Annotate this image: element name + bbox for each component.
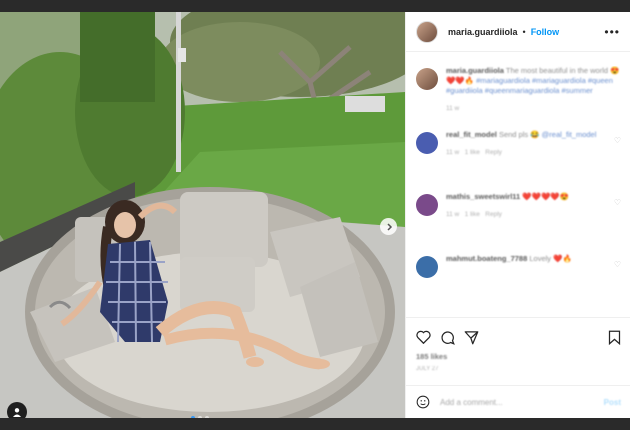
avatar[interactable] <box>416 194 438 216</box>
add-comment-bar: Add a comment... Post <box>406 385 630 418</box>
comment-meta: 11 w 1 like Reply <box>446 211 621 218</box>
list-item: mahmut.boateng_7788 Lovely ❤️🔥 ♡ <box>406 254 630 304</box>
comment-time: 11 w <box>446 149 460 156</box>
emoji-icon[interactable] <box>416 395 430 409</box>
like-heart-icon[interactable] <box>416 330 431 344</box>
post-date: JULY 27 <box>416 366 439 372</box>
comment-body: ❤️❤️❤️❤️😍 <box>522 192 570 201</box>
reply-button[interactable]: Reply <box>485 211 502 218</box>
heart-icon[interactable]: ♡ <box>614 136 621 145</box>
comments-list: maria.guardiiola The most beautiful in t… <box>406 66 630 314</box>
heart-icon[interactable]: ♡ <box>614 260 621 269</box>
avatar[interactable] <box>416 256 438 278</box>
carousel-next-button[interactable] <box>380 218 397 235</box>
comment-text: mathis_sweetswirl11 ❤️❤️❤️❤️😍 <box>446 192 621 202</box>
post-actions: 185 likes JULY 27 <box>406 317 630 372</box>
post-photo[interactable] <box>0 12 405 418</box>
post-side-panel: maria.guardiiola • Follow ••• maria.guar… <box>405 12 630 418</box>
browser-bottom-bar <box>0 418 630 430</box>
comment-time: 11 w <box>446 211 460 218</box>
comment-username[interactable]: mahmut.boateng_7788 <box>446 254 527 263</box>
post-username[interactable]: maria.guardiiola <box>448 27 518 37</box>
comment-username[interactable]: mathis_sweetswirl11 <box>446 192 520 201</box>
bookmark-icon[interactable] <box>608 330 621 345</box>
list-item: mathis_sweetswirl11 ❤️❤️❤️❤️😍 11 w 1 lik… <box>406 192 630 254</box>
post-comment-button[interactable]: Post <box>604 398 621 407</box>
comment-tag: ❤️🔥 <box>553 254 572 263</box>
browser-top-bar <box>0 0 630 12</box>
separator-dot: • <box>522 26 526 37</box>
user-tag-icon[interactable] <box>7 402 27 418</box>
comment-username[interactable]: real_fit_model <box>446 130 497 139</box>
photo-image <box>0 12 405 418</box>
caption-text: maria.guardiiola The most beautiful in t… <box>446 66 621 96</box>
comment-text: mahmut.boateng_7788 Lovely ❤️🔥 <box>446 254 621 264</box>
caption-comment: maria.guardiiola The most beautiful in t… <box>406 66 630 130</box>
comment-input[interactable]: Add a comment... <box>440 398 503 407</box>
follow-button[interactable]: Follow <box>531 27 560 37</box>
post-header: maria.guardiiola • Follow ••• <box>406 12 630 52</box>
action-icons <box>416 326 621 348</box>
comment-icon[interactable] <box>440 330 455 345</box>
comment-likes[interactable]: 1 like <box>465 211 480 218</box>
list-item: real_fit_model Send pls 😂 @real_fit_mode… <box>406 130 630 192</box>
comment-likes[interactable]: 1 like <box>465 149 480 156</box>
comment-body: Send pls 😂 <box>498 130 540 139</box>
comment-meta: 11 w 1 like Reply <box>446 149 621 156</box>
heart-icon[interactable]: ♡ <box>614 198 621 207</box>
avatar[interactable] <box>416 20 438 43</box>
comment-tag[interactable]: @real_fit_model <box>542 130 597 139</box>
comment-text: real_fit_model Send pls 😂 @real_fit_mode… <box>446 130 621 140</box>
avatar[interactable] <box>416 68 438 90</box>
caption-time: 11 w <box>446 105 460 112</box>
caption-username[interactable]: maria.guardiiola <box>446 66 504 75</box>
avatar[interactable] <box>416 132 438 154</box>
reply-button[interactable]: Reply <box>485 149 502 156</box>
share-icon[interactable] <box>464 330 479 345</box>
likes-count[interactable]: 185 likes <box>416 352 621 361</box>
more-horizontal-icon[interactable]: ••• <box>604 25 620 39</box>
chevron-right-icon <box>386 222 392 231</box>
comment-body: Lovely <box>529 254 552 263</box>
